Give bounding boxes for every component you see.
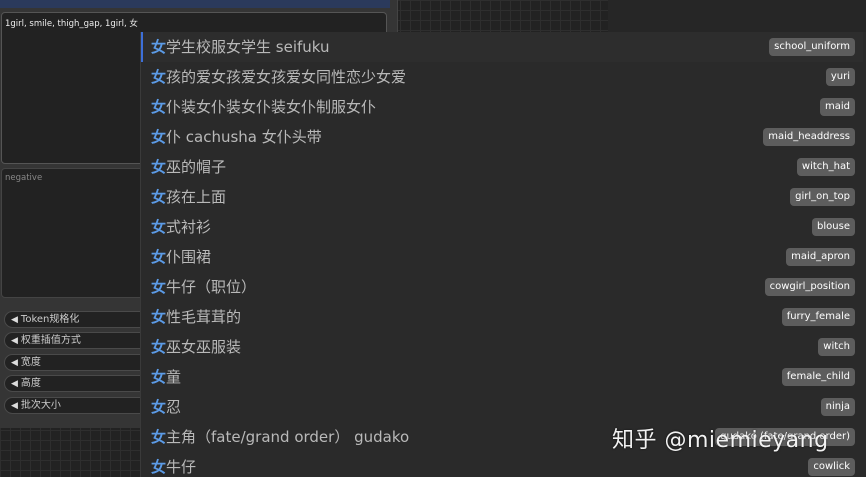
widget-label: 批次大小 — [20, 400, 61, 411]
tag-badge: maid_apron — [786, 248, 855, 266]
autocomplete-item[interactable]: 女巫的帽子 witch_hat — [141, 152, 863, 182]
match-highlight: 女 — [151, 98, 167, 116]
match-highlight: 女 — [151, 188, 167, 206]
match-highlight: 女 — [151, 128, 167, 146]
node-header-strip — [0, 0, 390, 8]
watermark: 知乎 @miemieyang — [612, 428, 829, 453]
left-arrow-icon[interactable]: ◀ — [11, 336, 18, 346]
tag-badge: maid_headdress — [763, 128, 855, 146]
tag-badge: school_uniform — [769, 38, 855, 56]
item-translation: 式衬衫 — [166, 218, 212, 236]
item-translation: 学生校服女学生 seifuku — [166, 38, 330, 56]
autocomplete-item[interactable]: 女式衬衫 blouse — [141, 212, 863, 242]
item-translation: 主角（fate/grand order） gudako — [166, 428, 410, 446]
autocomplete-item[interactable]: 女孩在上面 girl_on_top — [141, 182, 863, 212]
batch-size-widget[interactable]: ◀ 批次大小 — [4, 397, 154, 414]
item-translation: 忍 — [166, 398, 182, 416]
match-highlight: 女 — [151, 158, 167, 176]
match-highlight: 女 — [151, 68, 167, 86]
autocomplete-item[interactable]: 女学生校服女学生 seifuku school_uniform — [141, 32, 863, 62]
match-highlight: 女 — [151, 368, 167, 386]
match-highlight: 女 — [151, 398, 167, 416]
item-translation: 牛仔 — [166, 458, 197, 476]
prompt-text: 1girl, smile, thigh_gap, 1girl, 女 — [5, 19, 138, 29]
tag-badge: furry_female — [781, 308, 855, 326]
item-translation: 童 — [166, 368, 182, 386]
tag-badge: ninja — [820, 398, 855, 416]
widget-label: Token规格化 — [20, 314, 80, 325]
widget-label: 宽度 — [20, 357, 41, 368]
item-translation: 仆装女仆装女仆装女仆制服女仆 — [166, 98, 377, 116]
item-translation: 孩的爱女孩爱女孩爱女同性恋少女爱 — [166, 68, 407, 86]
widget-label: 高度 — [20, 378, 41, 389]
autocomplete-item[interactable]: 女仆 cachusha 女仆头带 maid_headdress — [141, 122, 863, 152]
match-highlight: 女 — [151, 278, 167, 296]
match-highlight: 女 — [151, 38, 167, 56]
tag-badge: cowgirl_position — [764, 278, 855, 296]
tag-badge: maid — [820, 98, 855, 116]
left-arrow-icon[interactable]: ◀ — [11, 358, 18, 368]
item-translation: 仆 cachusha 女仆头带 — [166, 128, 322, 146]
autocomplete-dropdown[interactable]: 女学生校服女学生 seifuku school_uniform 女孩的爱女孩爱女… — [140, 32, 866, 477]
left-arrow-icon[interactable]: ◀ — [11, 379, 18, 389]
tag-badge: witch_hat — [796, 158, 855, 176]
autocomplete-item[interactable]: 女孩的爱女孩爱女孩爱女同性恋少女爱 yuri — [141, 62, 863, 92]
match-highlight: 女 — [151, 428, 167, 446]
autocomplete-item[interactable]: 女仆围裙 maid_apron — [141, 242, 863, 272]
tag-badge: cowlick — [808, 458, 855, 476]
tag-badge: yuri — [825, 68, 855, 86]
match-highlight: 女 — [151, 338, 167, 356]
match-highlight: 女 — [151, 218, 167, 236]
item-translation: 性毛茸茸的 — [166, 308, 242, 326]
tag-badge: blouse — [812, 218, 855, 236]
item-translation: 孩在上面 — [166, 188, 227, 206]
left-arrow-icon[interactable]: ◀ — [11, 315, 18, 325]
negative-placeholder: negative — [5, 173, 43, 183]
tag-badge: girl_on_top — [790, 188, 855, 206]
weight-interpolation-widget[interactable]: ◀ 权重插值方式 — [4, 332, 154, 349]
match-highlight: 女 — [151, 458, 167, 476]
widget-label: 权重插值方式 — [20, 335, 81, 346]
autocomplete-item[interactable]: 女忍 ninja — [141, 392, 863, 422]
autocomplete-item[interactable]: 女牛仔 cowlick — [141, 452, 863, 477]
item-translation: 巫女巫服装 — [166, 338, 242, 356]
token-normalization-widget[interactable]: ◀ Token规格化 — [4, 311, 154, 328]
tag-badge: witch — [818, 338, 855, 356]
autocomplete-item[interactable]: 女牛仔（职位） cowgirl_position — [141, 272, 863, 302]
width-widget[interactable]: ◀ 宽度 — [4, 354, 154, 371]
height-widget[interactable]: ◀ 高度 — [4, 375, 154, 392]
autocomplete-item[interactable]: 女性毛茸茸的 furry_female — [141, 302, 863, 332]
autocomplete-item[interactable]: 女巫女巫服装 witch — [141, 332, 863, 362]
autocomplete-item[interactable]: 女童 female_child — [141, 362, 863, 392]
item-translation: 仆围裙 — [166, 248, 212, 266]
autocomplete-item[interactable]: 女仆装女仆装女仆装女仆制服女仆 maid — [141, 92, 863, 122]
left-arrow-icon[interactable]: ◀ — [11, 401, 18, 411]
match-highlight: 女 — [151, 248, 167, 266]
match-highlight: 女 — [151, 308, 167, 326]
item-translation: 巫的帽子 — [166, 158, 227, 176]
item-translation: 牛仔（职位） — [166, 278, 257, 296]
tag-badge: female_child — [781, 368, 855, 386]
